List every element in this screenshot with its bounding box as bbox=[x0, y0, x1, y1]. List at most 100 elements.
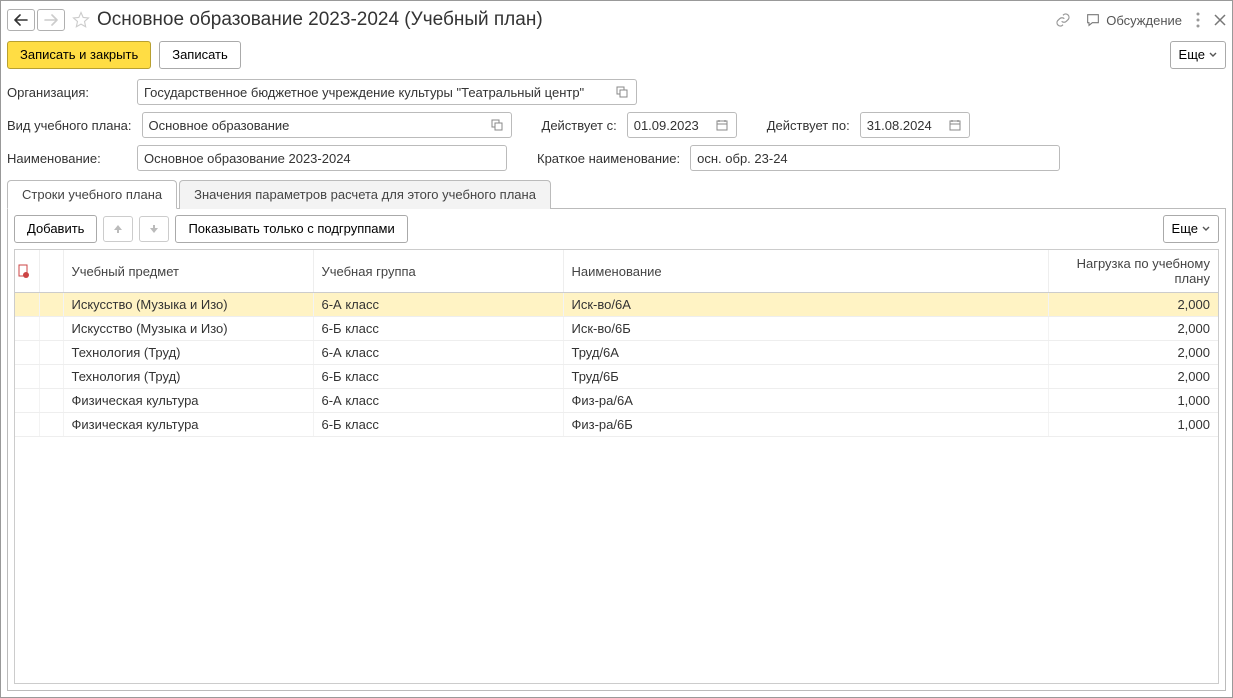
row-marker-cell bbox=[15, 341, 39, 365]
cell-load[interactable]: 1,000 bbox=[1048, 389, 1218, 413]
discussion-button[interactable]: Обсуждение bbox=[1085, 12, 1182, 28]
plan-type-value: Основное образование bbox=[149, 118, 487, 133]
table-row[interactable]: Искусство (Музыка и Изо)6-А классИск-во/… bbox=[15, 293, 1218, 317]
grid-container: Учебный предмет Учебная группа Наименова… bbox=[14, 249, 1219, 684]
cell-subject[interactable]: Технология (Труд) bbox=[63, 341, 313, 365]
cell-subject[interactable]: Физическая культура bbox=[63, 389, 313, 413]
tabs: Строки учебного плана Значения параметро… bbox=[7, 179, 1226, 209]
kebab-menu-icon[interactable] bbox=[1196, 12, 1200, 28]
organization-label: Организация: bbox=[7, 85, 127, 100]
row-indent-cell bbox=[39, 365, 63, 389]
table-row[interactable]: Технология (Труд)6-Б классТруд/6Б2,000 bbox=[15, 365, 1218, 389]
row-indent-cell bbox=[39, 341, 63, 365]
arrow-up-icon bbox=[112, 223, 124, 235]
valid-to-field[interactable]: 31.08.2024 bbox=[860, 112, 970, 138]
discussion-label: Обсуждение bbox=[1106, 13, 1182, 28]
more-label: Еще bbox=[1179, 46, 1205, 64]
cell-subject[interactable]: Искусство (Музыка и Изо) bbox=[63, 317, 313, 341]
cell-name[interactable]: Физ-ра/6А bbox=[563, 389, 1048, 413]
open-ref-icon[interactable] bbox=[612, 82, 632, 102]
arrow-right-icon bbox=[44, 14, 58, 26]
short-name-field[interactable]: осн. обр. 23-24 bbox=[690, 145, 1060, 171]
organization-field[interactable]: Государственное бюджетное учреждение кул… bbox=[137, 79, 637, 105]
table-header-row: Учебный предмет Учебная группа Наименова… bbox=[15, 250, 1218, 293]
row-marker-cell bbox=[15, 413, 39, 437]
valid-to-value: 31.08.2024 bbox=[867, 118, 945, 133]
save-button[interactable]: Записать bbox=[159, 41, 241, 69]
cell-name[interactable]: Иск-во/6Б bbox=[563, 317, 1048, 341]
name-value: Основное образование 2023-2024 bbox=[144, 151, 502, 166]
move-down-button[interactable] bbox=[139, 216, 169, 242]
tab-plan-rows[interactable]: Строки учебного плана bbox=[7, 180, 177, 209]
valid-from-field[interactable]: 01.09.2023 bbox=[627, 112, 737, 138]
name-field[interactable]: Основное образование 2023-2024 bbox=[137, 145, 507, 171]
chat-icon bbox=[1085, 12, 1101, 28]
nav-forward-button[interactable] bbox=[37, 9, 65, 31]
col-marker[interactable] bbox=[15, 250, 39, 293]
chevron-down-icon bbox=[1209, 52, 1217, 58]
show-subgroups-button[interactable]: Показывать только с подгруппами bbox=[175, 215, 407, 243]
tab-body: Добавить Показывать только с подгруппами… bbox=[7, 209, 1226, 691]
window: Основное образование 2023-2024 (Учебный … bbox=[0, 0, 1233, 698]
chevron-down-icon bbox=[1202, 226, 1210, 232]
col-subject[interactable]: Учебный предмет bbox=[63, 250, 313, 293]
col-group[interactable]: Учебная группа bbox=[313, 250, 563, 293]
cell-subject[interactable]: Физическая культура bbox=[63, 413, 313, 437]
cell-name[interactable]: Труд/6Б bbox=[563, 365, 1048, 389]
move-up-button[interactable] bbox=[103, 216, 133, 242]
cell-group[interactable]: 6-А класс bbox=[313, 293, 563, 317]
plan-rows-table: Учебный предмет Учебная группа Наименова… bbox=[15, 250, 1218, 437]
cell-name[interactable]: Труд/6А bbox=[563, 341, 1048, 365]
short-name-label: Краткое наименование: bbox=[537, 151, 680, 166]
valid-to-label: Действует по: bbox=[767, 118, 850, 133]
link-icon[interactable] bbox=[1055, 12, 1071, 28]
plan-type-field[interactable]: Основное образование bbox=[142, 112, 512, 138]
arrow-down-icon bbox=[148, 223, 160, 235]
calendar-icon[interactable] bbox=[945, 115, 965, 135]
tab-params[interactable]: Значения параметров расчета для этого уч… bbox=[179, 180, 551, 209]
col-load[interactable]: Нагрузка по учебному плану bbox=[1048, 250, 1218, 293]
cell-group[interactable]: 6-А класс bbox=[313, 341, 563, 365]
short-name-value: осн. обр. 23-24 bbox=[697, 151, 1055, 166]
cell-group[interactable]: 6-А класс bbox=[313, 389, 563, 413]
favorite-star-icon[interactable] bbox=[71, 10, 91, 30]
cell-subject[interactable]: Искусство (Музыка и Изо) bbox=[63, 293, 313, 317]
cell-group[interactable]: 6-Б класс bbox=[313, 365, 563, 389]
cell-group[interactable]: 6-Б класс bbox=[313, 317, 563, 341]
cell-group[interactable]: 6-Б класс bbox=[313, 413, 563, 437]
plan-type-label: Вид учебного плана: bbox=[7, 118, 132, 133]
cell-load[interactable]: 2,000 bbox=[1048, 341, 1218, 365]
cell-load[interactable]: 2,000 bbox=[1048, 293, 1218, 317]
grid-toolbar: Добавить Показывать только с подгруппами… bbox=[14, 215, 1219, 249]
row-marker-cell bbox=[15, 317, 39, 341]
row-indent-cell bbox=[39, 317, 63, 341]
save-and-close-button[interactable]: Записать и закрыть bbox=[7, 41, 151, 69]
row-indent-cell bbox=[39, 413, 63, 437]
more-button[interactable]: Еще bbox=[1170, 41, 1226, 69]
cell-name[interactable]: Иск-во/6А bbox=[563, 293, 1048, 317]
col-indent bbox=[39, 250, 63, 293]
main-toolbar: Записать и закрыть Записать Еще bbox=[7, 39, 1226, 79]
table-row[interactable]: Физическая культура6-Б классФиз-ра/6Б1,0… bbox=[15, 413, 1218, 437]
cell-load[interactable]: 2,000 bbox=[1048, 365, 1218, 389]
grid-more-button[interactable]: Еще bbox=[1163, 215, 1219, 243]
page-title: Основное образование 2023-2024 (Учебный … bbox=[97, 9, 1049, 31]
nav-back-button[interactable] bbox=[7, 9, 35, 31]
close-icon[interactable] bbox=[1214, 14, 1226, 26]
cell-load[interactable]: 1,000 bbox=[1048, 413, 1218, 437]
open-ref-icon[interactable] bbox=[487, 115, 507, 135]
row-marker-cell bbox=[15, 293, 39, 317]
table-row[interactable]: Искусство (Музыка и Изо)6-Б классИск-во/… bbox=[15, 317, 1218, 341]
valid-from-value: 01.09.2023 bbox=[634, 118, 712, 133]
form-area: Организация: Государственное бюджетное у… bbox=[7, 79, 1226, 179]
cell-subject[interactable]: Технология (Труд) bbox=[63, 365, 313, 389]
table-row[interactable]: Технология (Труд)6-А классТруд/6А2,000 bbox=[15, 341, 1218, 365]
row-marker-cell bbox=[15, 389, 39, 413]
col-name[interactable]: Наименование bbox=[563, 250, 1048, 293]
table-row[interactable]: Физическая культура6-А классФиз-ра/6А1,0… bbox=[15, 389, 1218, 413]
cell-name[interactable]: Физ-ра/6Б bbox=[563, 413, 1048, 437]
add-button[interactable]: Добавить bbox=[14, 215, 97, 243]
calendar-icon[interactable] bbox=[712, 115, 732, 135]
row-marker-cell bbox=[15, 365, 39, 389]
cell-load[interactable]: 2,000 bbox=[1048, 317, 1218, 341]
